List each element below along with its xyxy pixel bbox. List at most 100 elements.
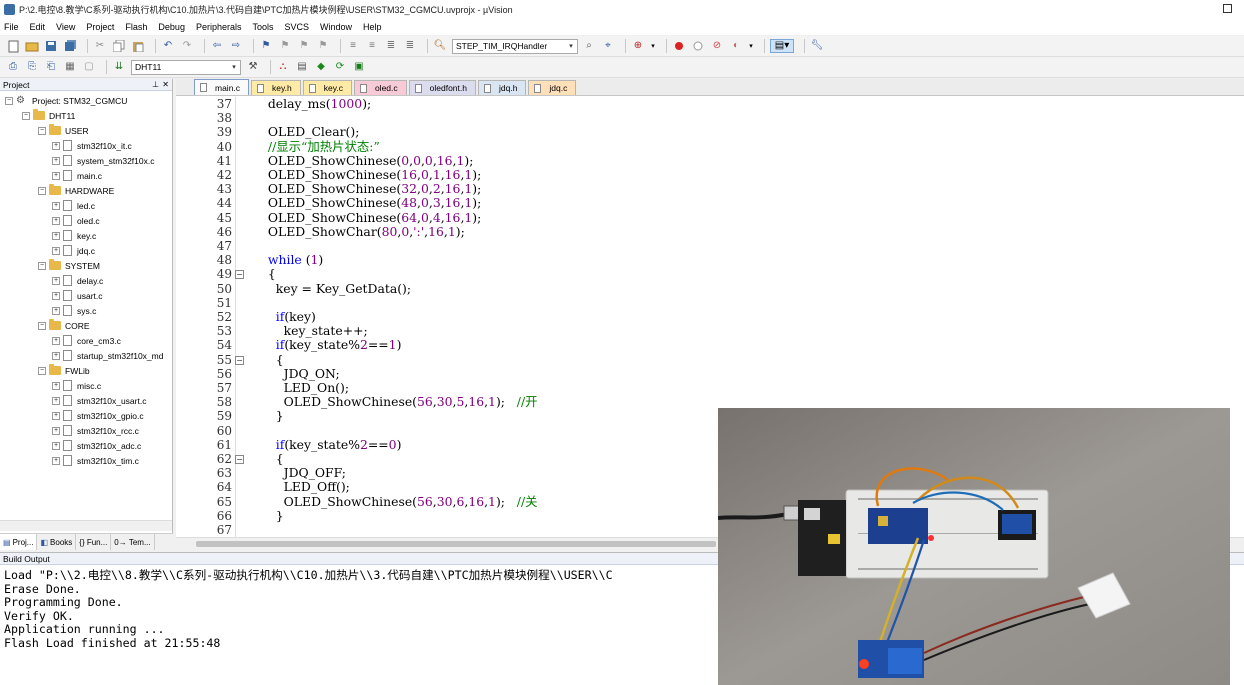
code-line[interactable]: 40 //显示“加热片状态:” [176, 139, 1244, 154]
open-folder-icon[interactable] [25, 39, 39, 53]
tree-file[interactable]: + system_stm32f10x.c [52, 153, 154, 168]
bookmark-icon[interactable]: ⚑ [259, 39, 273, 53]
code-line[interactable]: 41 OLED_ShowChinese(0,0,0,16,1); [176, 153, 1244, 168]
save-all-icon[interactable] [63, 39, 77, 53]
collapse-icon[interactable]: − [38, 126, 46, 135]
manage-project-items-icon[interactable]: ⛬ [276, 60, 290, 74]
tab-jdq-c[interactable]: jdq.c [528, 80, 577, 95]
navigate-back-icon[interactable]: ⇦ [210, 39, 224, 53]
tree-file[interactable]: + sys.c [52, 303, 96, 318]
comment-icon[interactable]: ≣ [384, 39, 398, 53]
expand-icon[interactable]: + [52, 381, 60, 390]
menu-project[interactable]: Project [86, 22, 114, 32]
zoom-icon[interactable]: ⊕ [631, 39, 645, 53]
new-file-icon[interactable] [6, 39, 20, 53]
expand-icon[interactable]: + [52, 336, 60, 345]
tab-project[interactable]: ▤ Proj... [0, 534, 38, 550]
tree-file[interactable]: + stm32f10x_adc.c [52, 438, 141, 453]
indent-icon[interactable]: ≡ [346, 39, 360, 53]
chevron-down-icon[interactable]: ▾ [229, 62, 239, 73]
tree-file[interactable]: + jdq.c [52, 243, 95, 258]
tree-file[interactable]: + stm32f10x_rcc.c [52, 423, 139, 438]
collapse-icon[interactable]: − [38, 321, 46, 330]
code-line[interactable]: 37 delay_ms(1000); [176, 97, 1244, 111]
stop-build-icon[interactable]: ▢ [82, 60, 96, 74]
clear-bookmarks-icon[interactable]: ⚑ [316, 39, 330, 53]
tree-file[interactable]: + led.c [52, 198, 95, 213]
target-combo[interactable]: DHT11 ▾ [131, 59, 241, 75]
expand-icon[interactable]: + [52, 411, 60, 420]
collapse-icon[interactable]: − [38, 186, 46, 195]
expand-icon[interactable]: + [52, 396, 60, 405]
code-line[interactable]: 43 OLED_ShowChinese(32,0,2,16,1); [176, 181, 1244, 196]
tree-file[interactable]: + stm32f10x_usart.c [52, 393, 146, 408]
fold-collapse-icon[interactable]: − [235, 355, 244, 365]
kill-breakpoints-icon[interactable]: ⊘ [710, 39, 724, 53]
save-icon[interactable] [44, 39, 58, 53]
navigate-forward-icon[interactable]: ⇨ [229, 39, 243, 53]
expand-icon[interactable]: + [52, 306, 60, 315]
menu-peripherals[interactable]: Peripherals [196, 22, 242, 32]
translate-icon[interactable]: ⎙ [6, 60, 20, 74]
redo-icon[interactable]: ↷ [180, 39, 194, 53]
collapse-icon[interactable]: − [22, 111, 30, 120]
pack-installer-icon[interactable]: ◆ [314, 60, 328, 74]
configure-icon[interactable]: 🔧︎ [810, 39, 824, 53]
tree-group-core[interactable]: − CORE [38, 318, 90, 333]
menu-tools[interactable]: Tools [252, 22, 273, 32]
code-line[interactable]: 54 if(key_state%2==1) [176, 338, 1244, 353]
close-icon[interactable]: ✕ [162, 79, 169, 91]
tree-group-fwlib[interactable]: − FWLib [38, 363, 90, 378]
code-line[interactable]: 50 key = Key_GetData(); [176, 281, 1244, 296]
expand-icon[interactable]: + [52, 351, 60, 360]
copy-icon[interactable] [112, 39, 126, 53]
disable-breakpoint-icon[interactable] [691, 39, 705, 53]
expand-icon[interactable]: + [52, 216, 60, 225]
expand-icon[interactable]: + [52, 456, 60, 465]
find-combo[interactable]: STEP_TIM_IRQHandler ▾ [452, 38, 578, 54]
expand-icon[interactable]: + [52, 426, 60, 435]
incremental-find-icon[interactable]: ⌕ [582, 39, 596, 53]
tab-books[interactable]: ◧ Books [37, 534, 77, 550]
undo-icon[interactable]: ↶ [161, 39, 175, 53]
batch-build-icon[interactable]: ▦ [63, 60, 77, 74]
tree-file[interactable]: + stm32f10x_gpio.c [52, 408, 144, 423]
code-line[interactable]: 39 OLED_Clear(); [176, 125, 1244, 140]
tree-file[interactable]: + key.c [52, 228, 96, 243]
menu-svcs[interactable]: SVCS [285, 22, 310, 32]
tree-file[interactable]: + main.c [52, 168, 102, 183]
expand-icon[interactable]: + [52, 246, 60, 255]
menu-file[interactable]: File [4, 22, 19, 32]
collapse-icon[interactable]: − [38, 261, 46, 270]
expand-icon[interactable]: + [52, 201, 60, 210]
cut-icon[interactable]: ✂ [93, 39, 107, 53]
tab-oledfont-h[interactable]: oledfont.h [408, 80, 476, 95]
code-line[interactable]: 44 OLED_ShowChinese(48,0,3,16,1); [176, 196, 1244, 211]
tree-group-user[interactable]: − USER [38, 123, 89, 138]
tree-target[interactable]: − DHT11 [22, 108, 75, 123]
code-line[interactable]: 47 [176, 239, 1244, 253]
uncomment-icon[interactable]: ≣ [403, 39, 417, 53]
paste-icon[interactable] [131, 39, 145, 53]
zoom-dropdown-icon[interactable]: ▾ [650, 39, 656, 53]
code-line[interactable]: 42 OLED_ShowChinese(16,0,1,16,1); [176, 167, 1244, 182]
tree-group-hardware[interactable]: − HARDWARE [38, 183, 114, 198]
collapse-icon[interactable]: − [38, 366, 46, 375]
expand-icon[interactable]: + [52, 171, 60, 180]
select-software-packs-icon[interactable]: ▤ [295, 60, 309, 74]
tab-functions[interactable]: {} Fun... [76, 534, 112, 550]
code-line[interactable]: 56 JDQ_ON; [176, 366, 1244, 381]
collapse-icon[interactable]: − [5, 96, 13, 105]
tree-group-system[interactable]: − SYSTEM [38, 258, 100, 273]
menu-debug[interactable]: Debug [158, 22, 185, 32]
code-line[interactable]: 53 key_state++; [176, 323, 1244, 338]
fold-collapse-icon[interactable]: − [235, 270, 244, 280]
unindent-icon[interactable]: ≡ [365, 39, 379, 53]
tab-templates[interactable]: 0→ Tem... [111, 534, 155, 550]
window-layout-icon[interactable]: ▤▾ [770, 39, 794, 53]
code-line[interactable]: 51 [176, 296, 1244, 310]
tree-file[interactable]: + stm32f10x_tim.c [52, 453, 139, 468]
code-line[interactable]: 52 if(key) [176, 309, 1244, 324]
next-bookmark-icon[interactable]: ⚑ [297, 39, 311, 53]
rebuild-icon[interactable]: ⎗ [44, 60, 58, 74]
